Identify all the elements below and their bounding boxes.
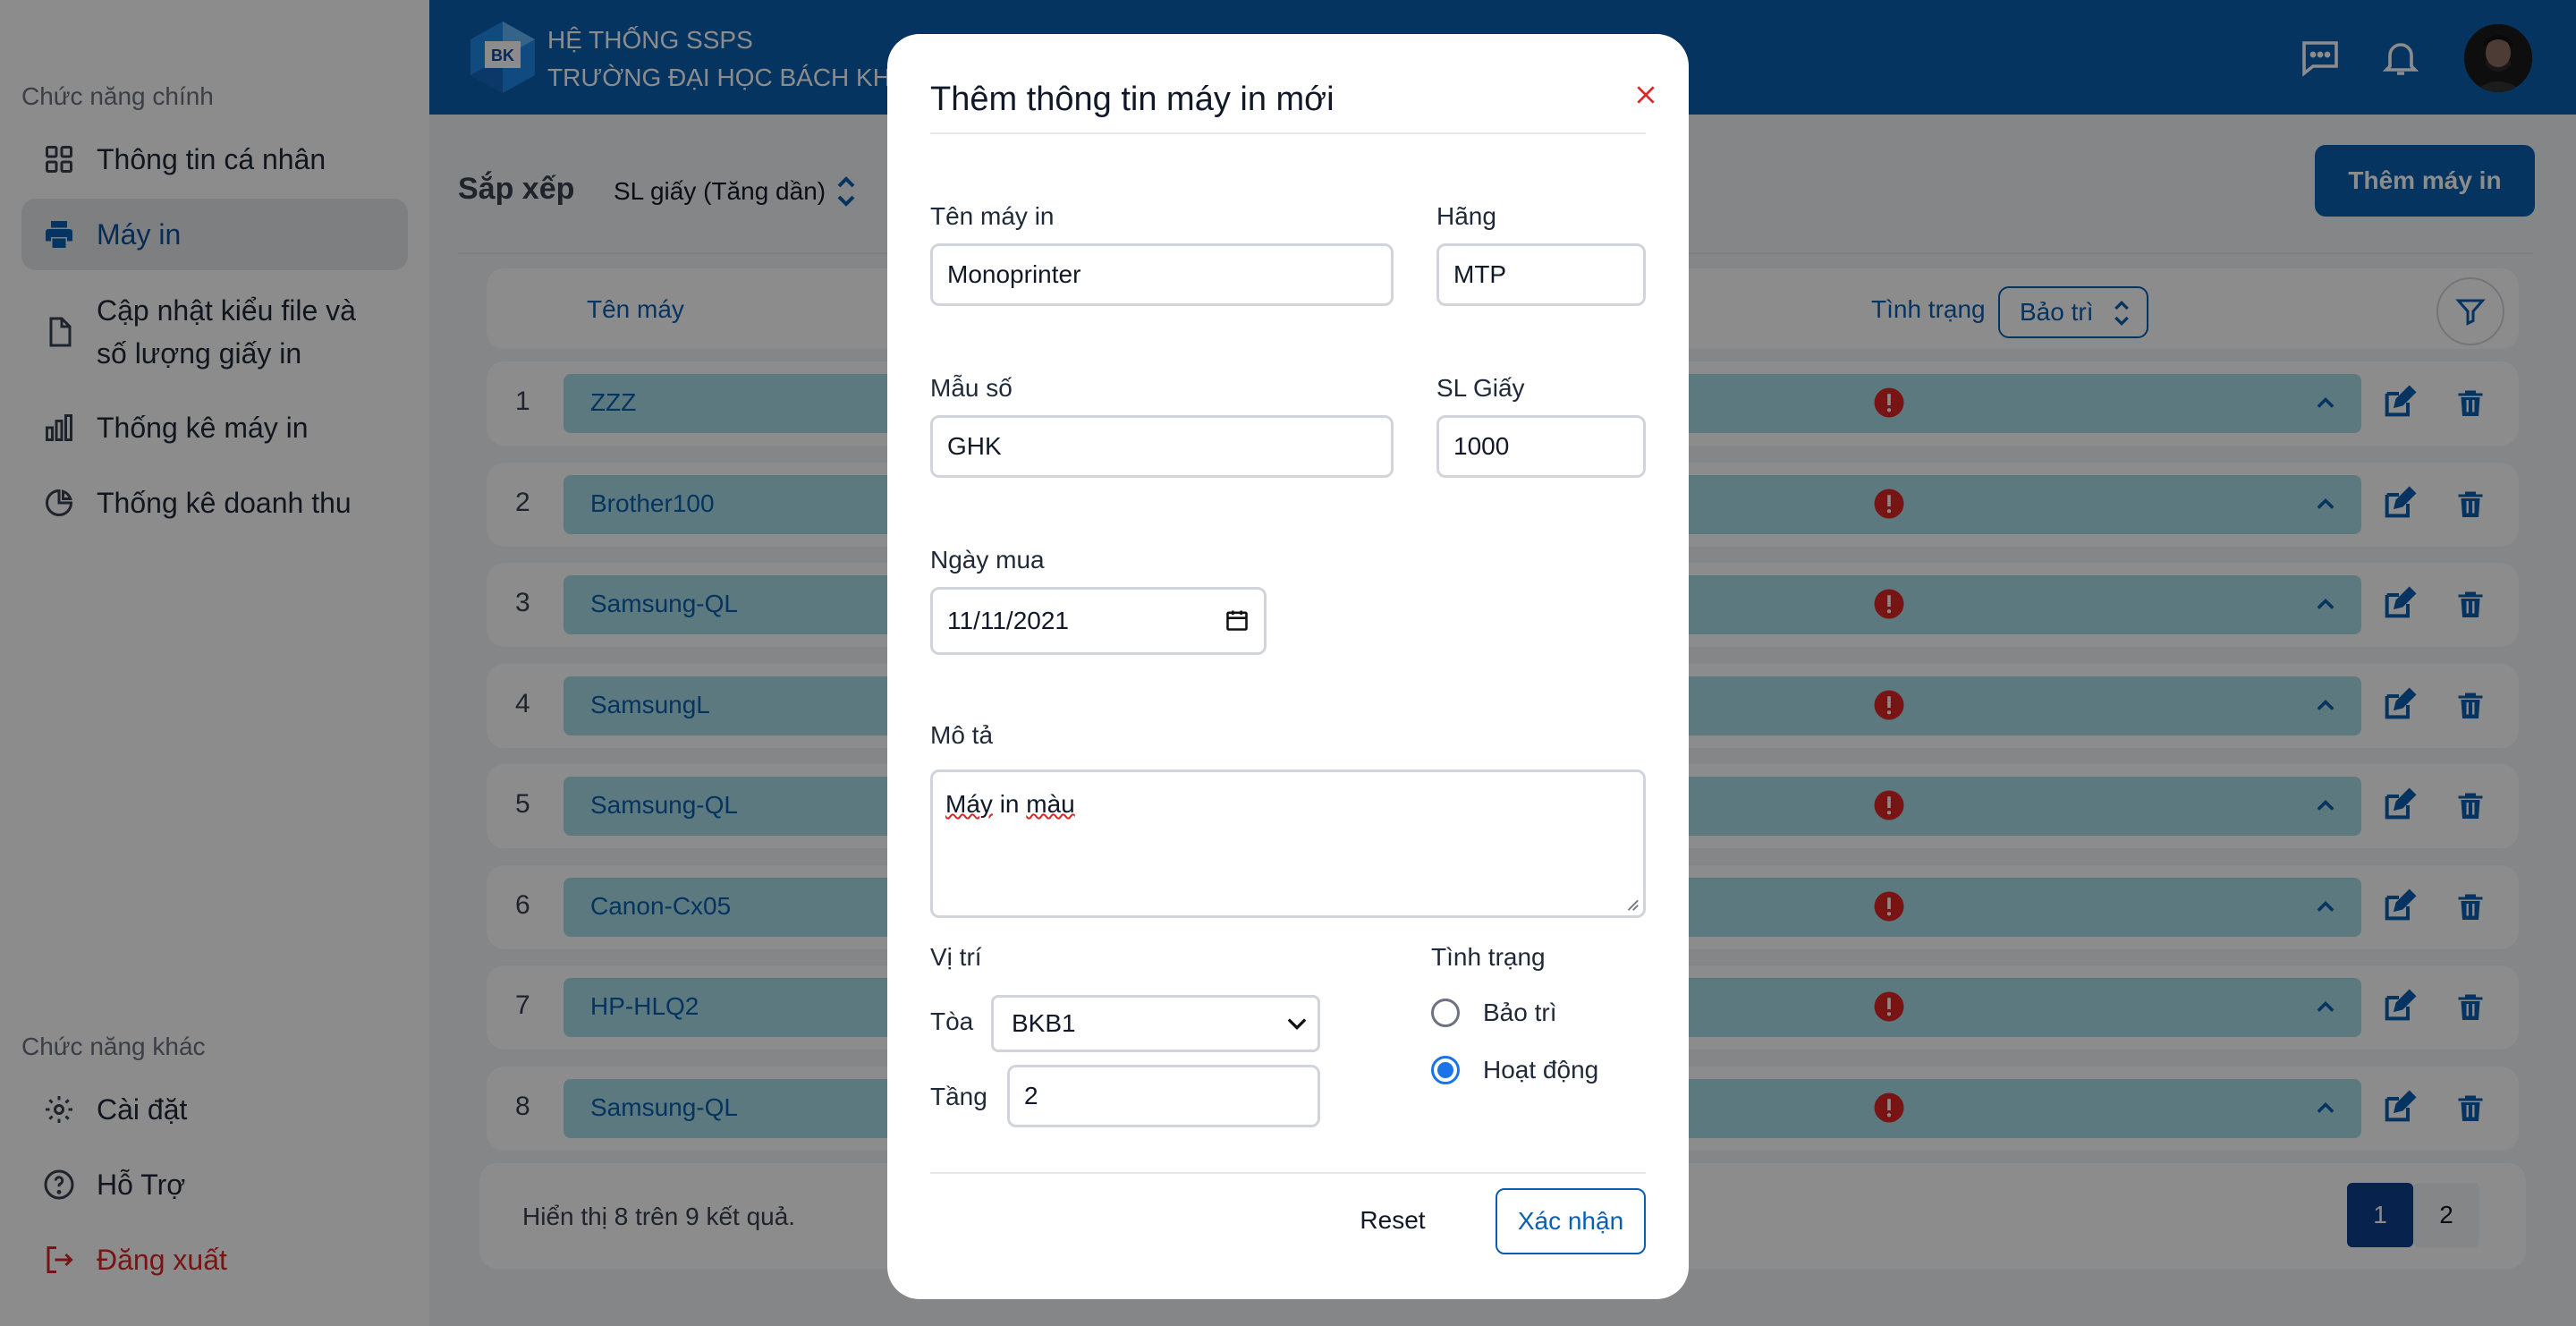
- divider: [930, 1172, 1646, 1174]
- description-word: màu: [1026, 790, 1075, 818]
- close-icon: [1637, 86, 1655, 104]
- resize-grip-icon[interactable]: [1623, 896, 1640, 912]
- model-label: Mẫu số: [930, 374, 1013, 402]
- confirm-button[interactable]: Xác nhận: [1496, 1188, 1646, 1254]
- radio-button-checked[interactable]: [1431, 1056, 1460, 1084]
- brand-input[interactable]: MTP: [1436, 243, 1646, 306]
- status-option-active[interactable]: Hoạt động: [1431, 1056, 1598, 1084]
- purchase-date-label: Ngày mua: [930, 546, 1045, 574]
- description-textarea[interactable]: Máy in màu: [930, 769, 1646, 918]
- chevron-down-icon: [1287, 1018, 1307, 1031]
- modal-title: Thêm thông tin máy in mới: [930, 81, 1335, 118]
- close-button[interactable]: [1621, 70, 1671, 120]
- radio-button[interactable]: [1431, 999, 1460, 1027]
- building-select[interactable]: BKB1: [991, 995, 1320, 1052]
- floor-input[interactable]: 2: [1007, 1065, 1320, 1127]
- status-option-label: Hoạt động: [1483, 1056, 1599, 1084]
- brand-label: Hãng: [1436, 202, 1496, 230]
- reset-button[interactable]: Reset: [1343, 1188, 1442, 1253]
- add-printer-modal: Thêm thông tin máy in mới Tên máy in Mon…: [887, 34, 1689, 1299]
- floor-label: Tầng: [930, 1083, 987, 1110]
- calendar-icon[interactable]: [1224, 608, 1250, 633]
- description-label: Mô tả: [930, 721, 994, 749]
- location-label: Vị trí: [930, 943, 982, 971]
- status-option-maintenance[interactable]: Bảo trì: [1431, 999, 1556, 1027]
- printer-name-label: Tên máy in: [930, 202, 1055, 230]
- purchase-date-value: 11/11/2021: [947, 607, 1069, 634]
- description-word: in: [999, 790, 1020, 818]
- status-option-label: Bảo trì: [1483, 999, 1557, 1026]
- paper-count-label: SL Giấy: [1436, 374, 1525, 402]
- printer-name-input[interactable]: Monoprinter: [930, 243, 1394, 306]
- building-select-value: BKB1: [1012, 1009, 1076, 1037]
- description-word: Máy: [945, 790, 993, 818]
- purchase-date-input[interactable]: 11/11/2021: [930, 587, 1267, 655]
- model-input[interactable]: GHK: [930, 415, 1394, 478]
- status-label: Tình trạng: [1431, 943, 1546, 971]
- building-label: Tòa: [930, 1007, 974, 1035]
- paper-count-input[interactable]: 1000: [1436, 415, 1646, 478]
- divider: [930, 132, 1646, 134]
